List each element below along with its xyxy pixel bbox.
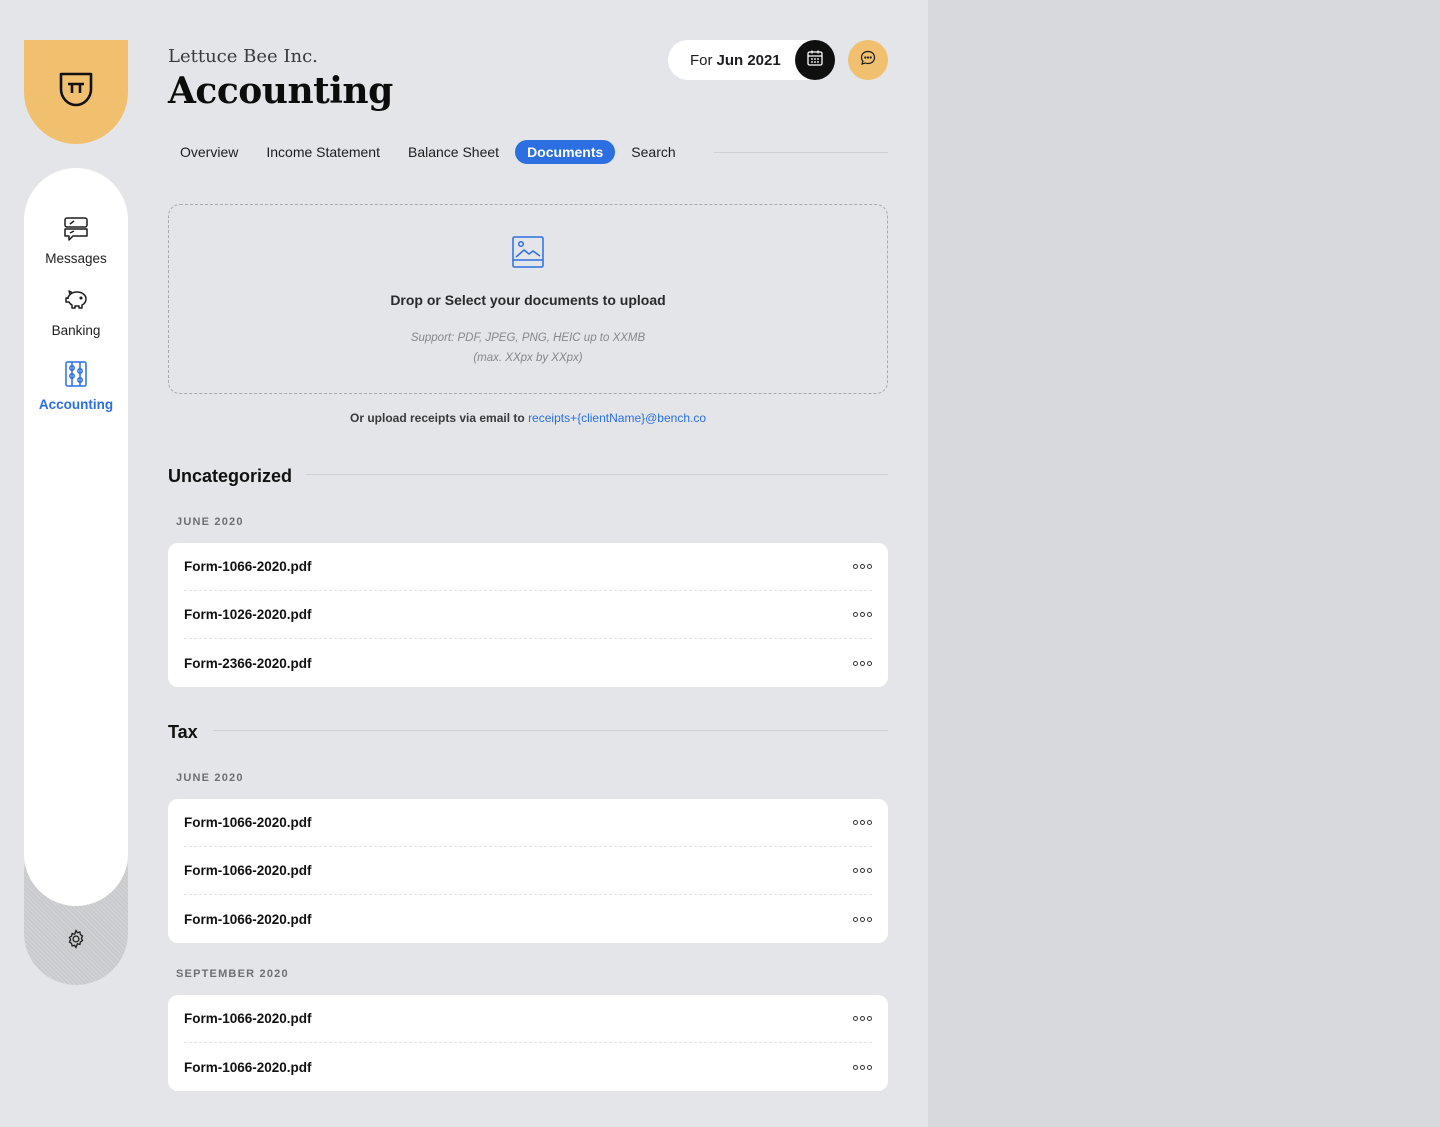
more-options-icon[interactable]	[853, 1012, 872, 1025]
document-name: Form-1066-2020.pdf	[184, 559, 312, 574]
document-name: Form-2366-2020.pdf	[184, 655, 312, 671]
messages-icon	[62, 216, 90, 245]
document-row[interactable]: Form-2366-2020.pdf	[184, 639, 872, 687]
tab-search[interactable]: Search	[619, 140, 687, 164]
image-upload-icon	[511, 235, 545, 274]
period-prefix: For	[690, 51, 713, 69]
document-list: Form-1066-2020.pdf Form-1066-2020.pdf Fo…	[168, 799, 888, 943]
document-list: Form-1066-2020.pdf Form-1026-2020.pdf Fo…	[168, 543, 888, 687]
page-title: Accounting	[168, 70, 393, 112]
calendar-button[interactable]	[795, 40, 835, 80]
more-options-icon[interactable]	[853, 560, 872, 573]
document-name: Form-1066-2020.pdf	[184, 815, 312, 830]
more-options-icon[interactable]	[853, 657, 872, 670]
support-dimensions: (max. XXpx by XXpx)	[473, 352, 583, 364]
document-name: Form-1066-2020.pdf	[184, 1059, 312, 1075]
section-title-tax: Tax	[168, 722, 198, 742]
document-row[interactable]: Form-1066-2020.pdf	[184, 1043, 872, 1091]
document-row[interactable]: Form-1066-2020.pdf	[184, 847, 872, 895]
document-list: Form-1066-2020.pdf Form-1066-2020.pdf	[168, 995, 888, 1091]
sidebar-item-messages[interactable]: Messages	[24, 216, 128, 266]
app-window: Messages Banking Accounting Lettuce Bee …	[0, 0, 928, 1127]
shield-logo-icon	[55, 69, 97, 116]
group-label: JUNE 2020	[176, 516, 244, 528]
tab-income-statement[interactable]: Income Statement	[254, 140, 392, 164]
upload-email-link[interactable]: receipts+{clientName}@bench.co	[528, 411, 706, 425]
sidebar-item-label: Messages	[45, 251, 107, 266]
sidebar-item-label: Banking	[51, 323, 101, 338]
more-options-icon[interactable]	[853, 816, 872, 829]
email-upload-hint: Or upload receipts via email to receipts…	[168, 411, 888, 425]
section-divider	[306, 474, 888, 475]
chat-button[interactable]	[848, 40, 888, 80]
piggy-bank-icon	[62, 288, 90, 317]
sidebar-item-banking[interactable]: Banking	[24, 288, 128, 338]
document-row[interactable]: Form-1066-2020.pdf	[184, 543, 872, 591]
dropzone-title: Drop or Select your documents to upload	[390, 292, 666, 308]
chat-bubble-icon	[859, 49, 877, 72]
dropzone-support-text: Support: PDF, JPEG, PNG, HEIC up to XXMB…	[411, 328, 645, 368]
document-row[interactable]: Form-1066-2020.pdf	[184, 799, 872, 847]
support-formats: Support: PDF, JPEG, PNG, HEIC up to XXMB	[410, 332, 646, 344]
document-name: Form-1066-2020.pdf	[184, 911, 312, 927]
calendar-icon	[806, 49, 824, 72]
email-hint-text: Or upload receipts via email to	[349, 411, 525, 425]
document-name: Form-1066-2020.pdf	[184, 1011, 312, 1026]
section-tabs: Overview Income Statement Balance Sheet …	[168, 140, 688, 164]
tab-documents[interactable]: Documents	[515, 140, 616, 164]
document-row[interactable]: Form-1066-2020.pdf	[184, 895, 872, 943]
tabs-divider	[714, 152, 888, 153]
more-options-icon[interactable]	[853, 913, 872, 926]
upload-dropzone[interactable]: Drop or Select your documents to upload …	[168, 204, 888, 394]
gear-icon[interactable]	[65, 928, 87, 955]
group-label: JUNE 2020	[176, 772, 244, 784]
section-divider	[213, 730, 888, 731]
period-value: Jun 2021	[716, 51, 781, 69]
more-options-icon[interactable]	[853, 1061, 872, 1074]
document-name: Form-1066-2020.pdf	[184, 863, 312, 878]
abacus-icon	[62, 360, 90, 391]
sidebar-item-accounting[interactable]: Accounting	[24, 360, 128, 412]
tab-overview[interactable]: Overview	[168, 140, 250, 164]
company-name: Lettuce Bee Inc.	[168, 46, 318, 67]
group-label: SEPTEMBER 2020	[176, 968, 289, 980]
brand-logo[interactable]	[24, 40, 128, 144]
more-options-icon[interactable]	[853, 608, 872, 621]
document-name: Form-1026-2020.pdf	[184, 607, 312, 622]
sidebar-nav: Messages Banking Accounting	[24, 168, 128, 906]
sidebar-item-label: Accounting	[38, 397, 114, 412]
section-title-uncategorized: Uncategorized	[168, 466, 293, 486]
document-row[interactable]: Form-1066-2020.pdf	[184, 995, 872, 1043]
tab-balance-sheet[interactable]: Balance Sheet	[396, 140, 511, 164]
document-row[interactable]: Form-1026-2020.pdf	[184, 591, 872, 639]
more-options-icon[interactable]	[853, 864, 872, 877]
